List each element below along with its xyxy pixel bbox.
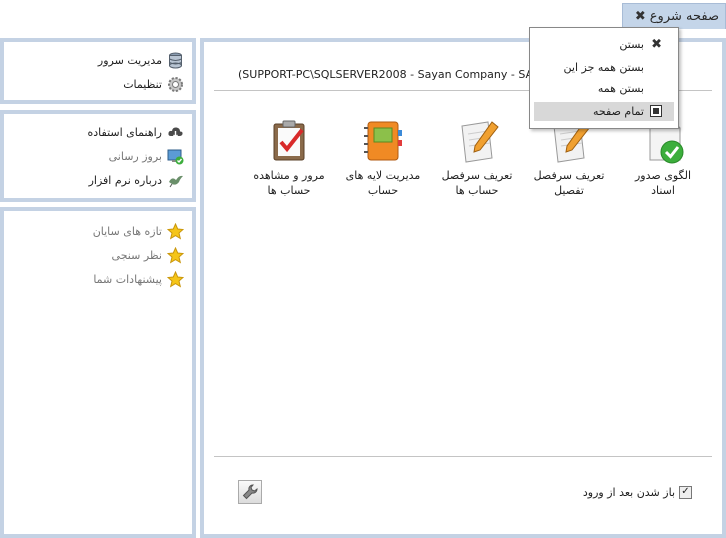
connection-text: (SUPPORT-PC\SQLSERVER2008 - Sayan Compan…: [238, 68, 534, 81]
tile-label-line2: تفصیل: [554, 184, 584, 197]
menu-item-close-others[interactable]: بستن همه جز این: [534, 58, 674, 77]
notepad-pencil-icon: [461, 121, 499, 163]
bottom-divider: [214, 456, 712, 457]
sidebar-item-label: تنظیمات: [123, 78, 162, 91]
fullscreen-icon: [650, 105, 662, 120]
sidebar-panel-server: مدیریت سرور تنظیمات: [0, 38, 196, 104]
star-icon: [166, 222, 185, 240]
tile-label-line2: حساب: [367, 184, 399, 197]
sidebar-item-label: تازه های سایان: [92, 225, 162, 238]
tile-label-line1: تعریف سرفصل: [441, 169, 513, 182]
sidebar-item-suggestions[interactable]: پیشنهادات شما: [93, 270, 185, 288]
bird-logo-icon: [167, 172, 184, 189]
settings-wrench-button[interactable]: [238, 480, 262, 504]
sidebar-item-label: راهنمای استفاده: [87, 126, 162, 139]
tile-label-line1: مدیریت لایه های: [345, 169, 421, 182]
tile-review-accounts[interactable]: مرور و مشاهده حساب ها: [246, 116, 332, 198]
sidebar-panel-news: تازه های سایان نظر سنجی پیشنهادات شما: [0, 207, 196, 538]
startup-label: باز شدن بعد از ورود: [582, 486, 675, 499]
menu-item-label: بستن همه جز این: [563, 61, 644, 74]
sidebar-item-survey[interactable]: نظر سنجی: [111, 246, 185, 264]
menu-item-label: بستن: [619, 38, 644, 51]
sidebar-panel-help: راهنمای استفاده بروز رسانی درباره نرم اف…: [0, 110, 196, 202]
tile-label-line1: تعریف سرفصل: [533, 169, 605, 182]
database-icon: [167, 52, 184, 69]
tile-account-heading[interactable]: تعریف سرفصل حساب ها: [434, 116, 520, 198]
menu-item-label: بستن همه: [597, 82, 644, 95]
menu-item-label: تمام صفحه: [593, 105, 644, 118]
sidebar-item-update[interactable]: بروز رسانی: [109, 148, 184, 165]
sidebar-item-help[interactable]: راهنمای استفاده: [88, 124, 184, 141]
sidebar-item-settings[interactable]: تنظیمات: [123, 76, 184, 93]
sidebar-item-label: بروز رسانی: [108, 150, 162, 163]
monitor-check-icon: [167, 148, 184, 165]
sidebar-item-about[interactable]: درباره نرم افزار: [89, 172, 184, 189]
star-icon: [166, 246, 185, 264]
open-on-login-checkbox[interactable]: ✓: [679, 486, 692, 499]
star-icon: [166, 270, 185, 288]
binder-icon: [364, 121, 402, 161]
gear-icon: [167, 76, 184, 93]
wrench-icon: [242, 484, 258, 500]
tile-account-layers[interactable]: مدیریت لایه های حساب: [340, 116, 426, 198]
clipboard-check-icon: [273, 120, 305, 161]
sidebar-item-label: مدیریت سرور: [97, 54, 162, 67]
tile-label-line1: الگوی صدور: [634, 169, 691, 182]
tile-label-line1: مرور و مشاهده: [253, 169, 325, 182]
cloud-download-icon: [167, 124, 184, 141]
tab-context-menu: ✖ بستن بستن همه جز این بستن همه تمام صفح…: [529, 27, 679, 129]
tile-label-line2: حساب ها: [455, 184, 499, 197]
sidebar-item-news[interactable]: تازه های سایان: [92, 222, 185, 240]
startup-option[interactable]: ✓ باز شدن بعد از ورود: [583, 486, 692, 499]
sidebar-item-label: نظر سنجی: [111, 249, 162, 262]
sidebar-item-label: درباره نرم افزار: [88, 174, 162, 187]
tile-label-line2: حساب ها: [267, 184, 311, 197]
sidebar-item-server-management[interactable]: مدیریت سرور: [98, 52, 184, 69]
sidebar-item-label: پیشنهادات شما: [93, 273, 162, 286]
close-icon: ✖: [651, 37, 662, 52]
tab-title: صفحه شروع: [649, 9, 719, 24]
menu-item-close-all[interactable]: بستن همه: [534, 79, 674, 98]
menu-item-close[interactable]: ✖ بستن: [534, 35, 674, 54]
tab-start-page[interactable]: صفحه شروع ✖: [622, 3, 726, 29]
tile-label-line2: اسناد: [651, 184, 675, 197]
close-icon[interactable]: ✖: [635, 10, 646, 23]
menu-item-fullscreen[interactable]: تمام صفحه: [534, 102, 674, 121]
